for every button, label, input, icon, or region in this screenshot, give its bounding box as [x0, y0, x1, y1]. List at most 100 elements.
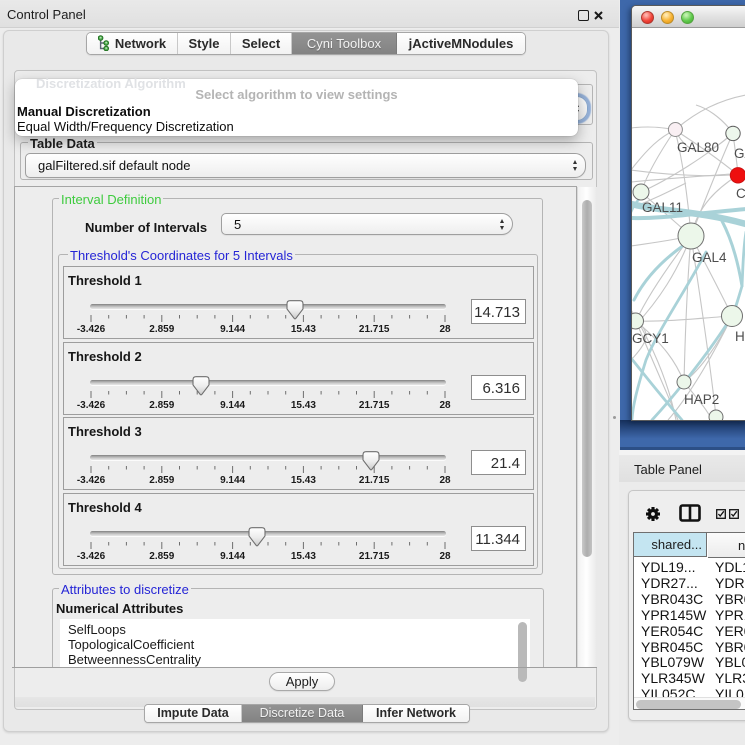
minimize-light[interactable]: [661, 11, 674, 24]
scrollbar-thumb[interactable]: [518, 622, 527, 682]
table-panel-titlebar: Table Panel: [619, 455, 745, 482]
discretize-form-panel: Interval Definition Number of Intervals …: [14, 186, 577, 667]
tab-infer-network[interactable]: Infer Network: [363, 705, 469, 722]
table-row[interactable]: YDR27...YDR2: [634, 575, 745, 591]
tab-network[interactable]: Network: [87, 33, 178, 54]
network-node[interactable]: [677, 375, 691, 389]
slider-thumb[interactable]: [248, 527, 266, 547]
table-hscrollbar[interactable]: [634, 697, 745, 710]
node-label: GAL11: [642, 200, 683, 215]
attributes-list[interactable]: SelfLoopsTopologicalCoefficientBetweenne…: [60, 619, 515, 667]
tick-label: 21.715: [359, 400, 390, 411]
threshold-value-field[interactable]: 6.316: [471, 375, 526, 400]
column-header-shared-name[interactable]: shared...: [634, 533, 707, 557]
cell-name: YPR1: [715, 607, 745, 623]
slider-thumb[interactable]: [286, 300, 304, 320]
table-row[interactable]: YBR045CYBR0: [634, 639, 745, 655]
slider-track[interactable]: [90, 531, 446, 536]
table-row[interactable]: YPR145WYPR1: [634, 607, 745, 623]
table-row[interactable]: YBL079WYBL0: [634, 654, 745, 670]
threshold-value-field[interactable]: 14.713: [471, 299, 526, 324]
network-edge: [675, 95, 745, 130]
popup-item-equal-width[interactable]: Equal Width/Frequency Discretization: [17, 119, 234, 134]
tab-discretize-data[interactable]: Discretize Data: [242, 705, 363, 722]
network-node[interactable]: [678, 223, 704, 249]
attributes-group-label: Attributes to discretize: [59, 582, 191, 597]
network-node[interactable]: [668, 123, 682, 137]
node-label: GAL80: [677, 140, 719, 155]
slider-track[interactable]: [90, 304, 446, 309]
popup-item-manual-discretization[interactable]: Manual Discretization: [17, 104, 151, 119]
number-of-intervals-label: Number of Intervals: [85, 220, 207, 235]
float-panel-icon[interactable]: [578, 10, 589, 21]
tick-label: 9.144: [220, 400, 245, 411]
cell-shared-name: YLR345W: [641, 670, 705, 686]
cell-shared-name: YDL19...: [641, 559, 695, 575]
slider-thumb[interactable]: [362, 451, 380, 471]
network-window-titlebar[interactable]: [632, 6, 745, 28]
scrollbar-thumb[interactable]: [636, 700, 741, 709]
tab-jactivemnodules[interactable]: jActiveMNodules: [397, 33, 525, 54]
form-scrollbar[interactable]: [577, 187, 597, 667]
attributes-list-scrollbar[interactable]: [515, 619, 530, 667]
slider-tick-labels: -3.4262.8599.14415.4321.71528: [64, 475, 532, 485]
node-label: H: [735, 329, 745, 344]
combo-arrows-icon: [500, 218, 506, 231]
gear-icon[interactable]: [645, 506, 661, 522]
network-node[interactable]: [632, 313, 644, 329]
slider-track[interactable]: [90, 455, 446, 460]
slider-thumb[interactable]: [192, 376, 210, 396]
network-node[interactable]: [722, 306, 743, 327]
splitter-handle[interactable]: [613, 416, 616, 419]
cell-shared-name: YDR27...: [641, 575, 698, 591]
checkbox-checked-icon[interactable]: [729, 509, 739, 519]
table-row[interactable]: YER054CYER0: [634, 623, 745, 639]
tab-label: Select: [242, 36, 280, 51]
tick-label: 9.144: [220, 324, 245, 335]
network-node[interactable]: [726, 126, 740, 140]
threshold-label: Threshold 2: [68, 349, 142, 364]
table-data-combobox[interactable]: galFiltered.sif default node: [25, 153, 586, 178]
tab-select[interactable]: Select: [231, 33, 292, 54]
scrollbar-thumb[interactable]: [582, 200, 592, 557]
close-panel-icon[interactable]: [594, 11, 603, 20]
tab-label: Network: [115, 36, 166, 51]
table-panel-title: Table Panel: [634, 462, 702, 477]
checkbox-checked-icon[interactable]: [716, 509, 726, 519]
tick-label: 9.144: [220, 551, 245, 562]
apply-button[interactable]: Apply: [269, 672, 335, 691]
viewport-divider: [12, 667, 597, 668]
close-light[interactable]: [641, 11, 654, 24]
tab-style[interactable]: Style: [178, 33, 231, 54]
tab-impute-data[interactable]: Impute Data: [145, 705, 242, 722]
threshold-value-field[interactable]: 11.344: [471, 526, 526, 551]
tick-label: 9.144: [220, 475, 245, 486]
table-row[interactable]: YBR043CYBR0: [634, 591, 745, 607]
cyni-mode-tabbar: Impute DataDiscretize DataInfer Network: [144, 704, 470, 723]
attribute-item[interactable]: SelfLoops: [60, 622, 515, 637]
cell-name: YDL1: [715, 559, 745, 575]
zoom-light[interactable]: [681, 11, 694, 24]
tick-label: 2.859: [149, 400, 174, 411]
split-view-icon[interactable]: [679, 504, 701, 522]
network-node[interactable]: [730, 168, 745, 183]
threshold-label: Threshold 4: [68, 500, 142, 515]
network-edge-highlighted: [634, 245, 684, 300]
network-node[interactable]: [633, 184, 649, 200]
attribute-item[interactable]: BetweennessCentrality: [60, 652, 515, 667]
network-node[interactable]: [709, 410, 723, 420]
table-row[interactable]: YDL19... YDL1: [634, 559, 745, 575]
column-header-name[interactable]: na: [708, 533, 745, 557]
network-canvas[interactable]: GAL80GACGAL11GAL4GCY1HHAP2: [632, 27, 745, 420]
table-row[interactable]: YLR345WYLR3: [634, 670, 745, 686]
threshold-value-field[interactable]: 21.4: [471, 450, 526, 475]
interval-definition-label: Interval Definition: [59, 192, 163, 207]
tab-cyni-toolbox[interactable]: Cyni Toolbox: [292, 33, 397, 54]
attribute-item[interactable]: TopologicalCoefficient: [60, 637, 515, 652]
number-of-intervals-combobox[interactable]: 5: [221, 213, 513, 235]
numerical-attributes-label: Numerical Attributes: [56, 601, 183, 616]
tick-label: 28: [439, 400, 450, 411]
cell-name: YBR0: [715, 639, 745, 655]
slider-track[interactable]: [90, 380, 446, 385]
threshold-box-4: Threshold 4-3.4262.8599.14415.4321.71528…: [63, 493, 534, 566]
